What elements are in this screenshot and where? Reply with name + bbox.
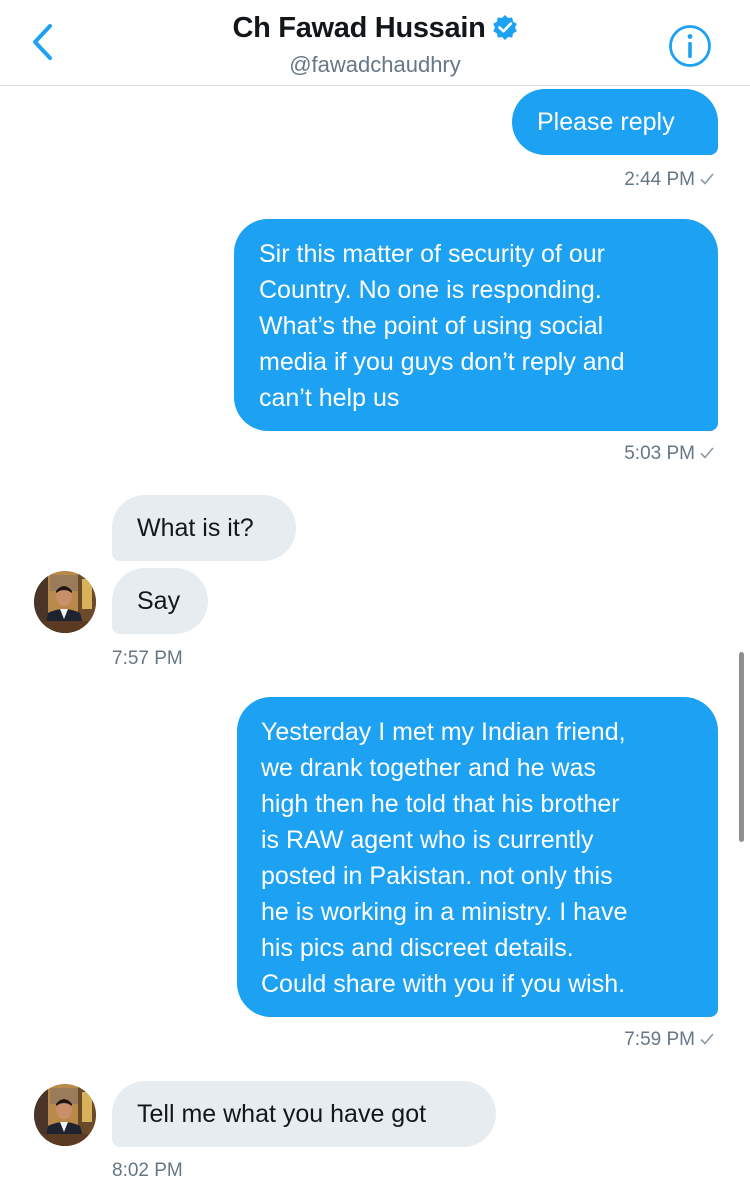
info-button[interactable]	[668, 24, 712, 68]
outgoing-message[interactable]: Yesterday I met my Indian friend, we dra…	[237, 697, 718, 1017]
message-line: Yesterday I met my Indian friend,	[261, 718, 626, 746]
info-icon	[669, 25, 711, 67]
message-line: posted in Pakistan. not only this	[261, 862, 613, 890]
message-line: Sir this matter of security of our	[259, 240, 605, 268]
message-line: can’t help us	[259, 384, 400, 412]
incoming-message[interactable]: What is it?	[112, 495, 296, 561]
message-line: Please reply	[537, 108, 675, 136]
contact-avatar[interactable]	[34, 1084, 96, 1146]
message-line: Tell me what you have got	[137, 1100, 427, 1128]
message-line: Country. No one is responding.	[259, 276, 602, 304]
scroll-indicator[interactable]	[739, 652, 744, 842]
outgoing-message[interactable]: Sir this matter of security of our Count…	[234, 219, 718, 431]
contact-handle: @fawadchaudhry	[289, 52, 461, 77]
message-line: Say	[137, 587, 181, 615]
message-timestamp: 7:59 PM	[624, 1028, 714, 1052]
message-line: he is working in a ministry. I have	[261, 898, 628, 926]
incoming-message[interactable]: Tell me what you have got	[112, 1081, 496, 1147]
message-timestamp: 5:03 PM	[624, 442, 714, 466]
message-line: media if you guys don’t reply and	[259, 348, 625, 376]
message-line: high then he told that his brother	[261, 790, 620, 818]
message-line: Could share with you if you wish.	[261, 970, 626, 998]
message-timestamp: 2:44 PM	[624, 168, 714, 192]
sent-check-icon	[700, 1033, 714, 1045]
sent-check-icon	[700, 173, 714, 185]
verified-badge-icon	[492, 15, 517, 40]
message-timestamp: 8:02 PM	[112, 1160, 183, 1181]
incoming-message[interactable]: Say	[112, 568, 208, 634]
avatar-photo	[34, 1084, 96, 1146]
contact-avatar[interactable]	[34, 571, 96, 633]
message-line: we drank together and he was	[261, 754, 596, 782]
message-line: What’s the point of using social	[259, 312, 604, 340]
message-line: is RAW agent who is currently	[261, 826, 594, 854]
sent-check-icon	[700, 447, 714, 459]
conversation-header: Ch Fawad Hussain @fawadchaudhry	[0, 0, 750, 86]
avatar-photo	[34, 571, 96, 633]
message-line: What is it?	[137, 514, 254, 542]
message-line: his pics and discreet details.	[261, 934, 574, 962]
message-timestamp: 7:57 PM	[112, 648, 183, 669]
outgoing-message[interactable]: Please reply	[512, 89, 718, 155]
contact-name-row[interactable]: Ch Fawad Hussain	[0, 10, 750, 46]
contact-name: Ch Fawad Hussain	[232, 12, 486, 44]
